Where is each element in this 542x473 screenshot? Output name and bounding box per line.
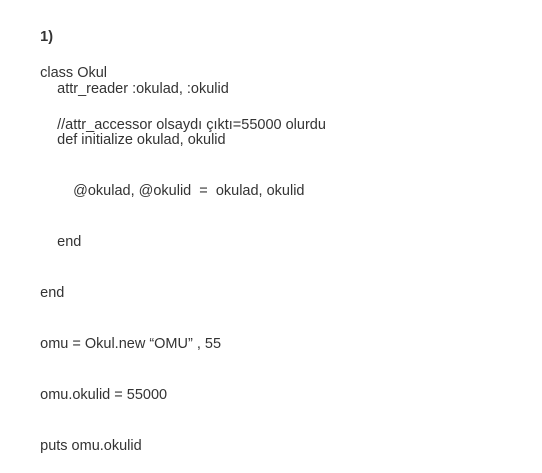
code-line-end-inner: end — [41, 215, 81, 269]
item-number: 1) — [40, 29, 54, 45]
code-document: 1) class Okul attr_reader :okulad, :okul… — [0, 0, 542, 454]
attribute-assignment: omu.okulid = 55000 — [40, 387, 168, 403]
initialize-definition: def initialize okulad, okulid — [57, 132, 226, 148]
code-line-end-outer: end — [24, 266, 64, 320]
end-keyword-inner: end — [57, 234, 82, 250]
end-keyword-outer: end — [40, 285, 65, 301]
code-line-assignment: @okulad, @okulid = okulad, okulid — [57, 164, 305, 218]
code-line-set-id: omu.okulid = 55000 — [24, 368, 167, 422]
attr-reader-statement: attr_reader :okulad, :okulid — [57, 81, 229, 97]
code-line-def-initialize: def initialize okulad, okulid — [41, 113, 226, 167]
instance-variable-assignment: @okulad, @okulid = okulad, okulid — [73, 183, 305, 199]
puts-statement: puts omu.okulid — [40, 438, 142, 454]
object-instantiation: omu = Okul.new “OMU” , 55 — [40, 336, 222, 352]
code-line-puts: puts omu.okulid — [24, 419, 142, 473]
code-line-new-object: omu = Okul.new “OMU” , 55 — [24, 317, 221, 371]
